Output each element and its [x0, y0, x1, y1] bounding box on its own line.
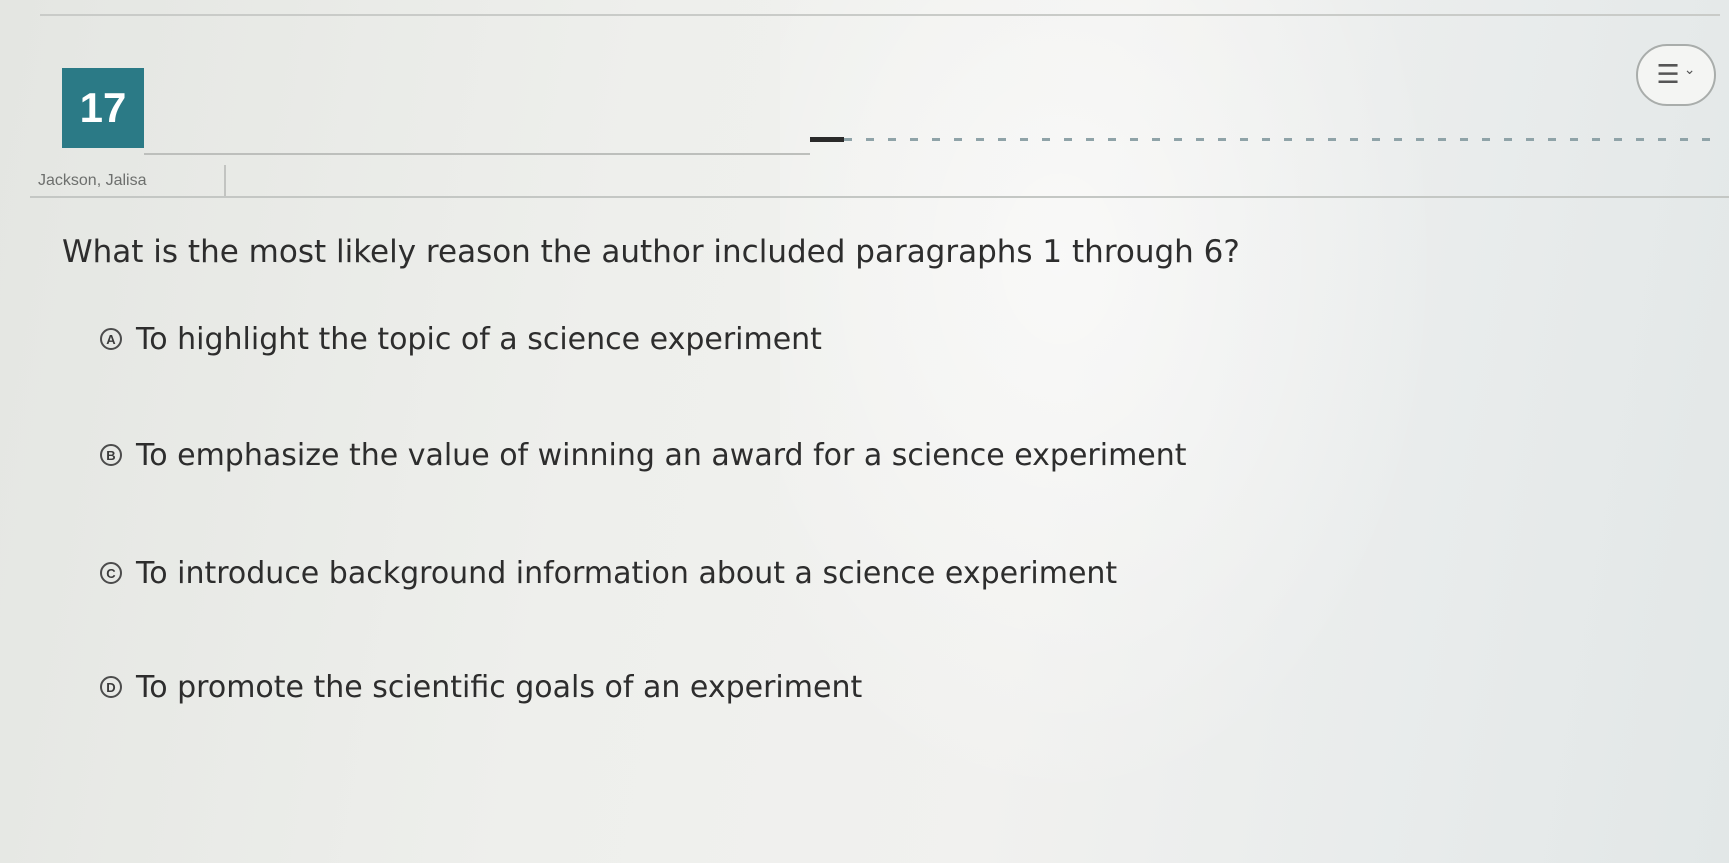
progress-current-marker [810, 137, 844, 142]
answer-option-d[interactable]: D To promote the scientific goals of an … [100, 664, 862, 710]
top-border-line [40, 14, 1720, 16]
header-divider [30, 196, 1729, 198]
chevron-down-icon: ⌄ [1683, 62, 1696, 78]
progress-track [844, 138, 1720, 141]
option-b-text: To emphasize the value of winning an awa… [136, 437, 1187, 473]
header-underline [144, 153, 810, 155]
student-name-tab: Jackson, Jalisa [30, 165, 226, 197]
menu-button[interactable]: ☰ ⌄ [1636, 44, 1716, 106]
hamburger-menu-icon: ☰ [1656, 60, 1680, 90]
answer-option-c[interactable]: C To introduce background information ab… [100, 550, 1117, 596]
option-c-bubble[interactable]: C [100, 562, 122, 584]
option-a-text: To highlight the topic of a science expe… [136, 321, 822, 357]
question-text: What is the most likely reason the autho… [62, 234, 1240, 270]
answer-option-b[interactable]: B To emphasize the value of winning an a… [100, 432, 1187, 478]
answer-option-a[interactable]: A To highlight the topic of a science ex… [100, 316, 822, 362]
option-d-text: To promote the scientific goals of an ex… [136, 669, 863, 705]
option-a-bubble[interactable]: A [100, 328, 122, 350]
option-b-bubble[interactable]: B [100, 444, 122, 466]
question-number-badge: 17 [62, 68, 144, 148]
option-c-text: To introduce background information abou… [136, 555, 1118, 591]
option-d-bubble[interactable]: D [100, 676, 122, 698]
student-name: Jackson, Jalisa [38, 172, 147, 189]
question-progress-bar[interactable] [810, 132, 1720, 146]
